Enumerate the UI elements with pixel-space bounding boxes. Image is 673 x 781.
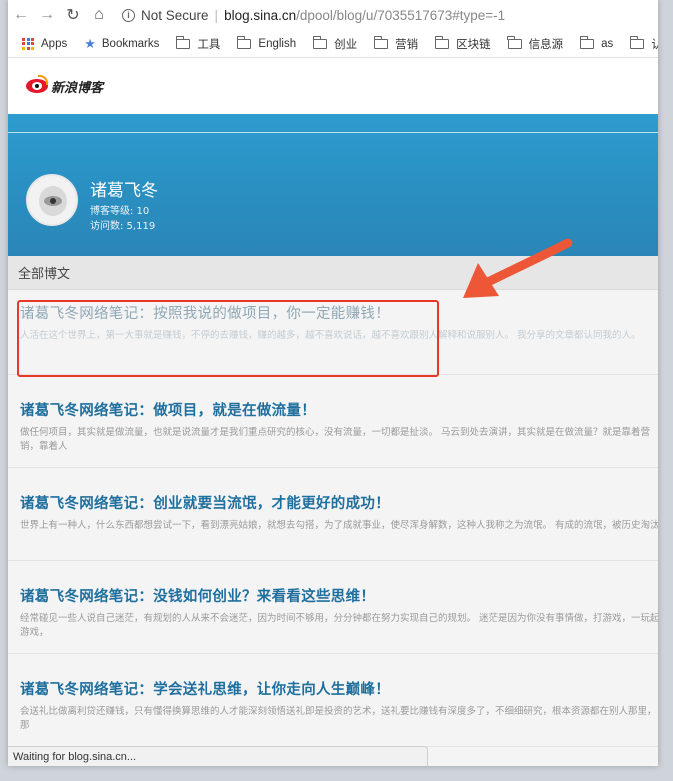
post-title[interactable]: 诸葛飞冬网络笔记：学会送礼思维，让你走向人生巅峰！ — [20, 678, 658, 699]
banner-divider — [8, 132, 658, 133]
url-host: blog.sina.cn — [224, 7, 297, 23]
bookmark-label: 工具 — [197, 38, 221, 51]
profile-banner: 诸葛飞冬 博客等级: 10 访问数: 5,119 — [8, 114, 658, 256]
reload-icon[interactable]: ↻ — [60, 2, 86, 28]
post-title[interactable]: 诸葛飞冬网络笔记：没钱如何创业？来看看这些思维！ — [20, 585, 658, 606]
logo-text: 新浪博客 — [51, 80, 104, 96]
bookmark-label: English — [258, 37, 297, 50]
bookmark-folder[interactable]: 创业 — [312, 35, 358, 52]
folder-icon — [629, 35, 645, 49]
forward-arrow-icon[interactable]: → — [34, 2, 60, 28]
post-title[interactable]: 诸葛飞冬网络笔记：按照我说的做项目，你一定能赚钱！ — [20, 302, 658, 323]
folder-icon — [312, 35, 328, 49]
sina-blog-logo[interactable]: 新浪博客 — [26, 75, 104, 96]
browser-window: ← → ↻ ⌂ i Not Secure | blog.sina.cn /dpo… — [8, 0, 658, 766]
list-item[interactable]: 诸葛飞冬网络笔记：学会送礼思维，让你走向人生巅峰！ 会送礼比做离利贷还赚钱，只有… — [8, 654, 658, 747]
bookmark-folder[interactable]: as — [579, 35, 614, 50]
list-item[interactable]: 诸葛飞冬网络笔记：创业就要当流氓，才能更好的成功！ 世界上有一种人，什么东西都想… — [8, 468, 658, 561]
post-excerpt: 做任何项目，其实就是做流量，也就是说流量才是我们重点研究的核心，没有流量，一切都… — [20, 427, 651, 452]
bookmark-folder[interactable]: 区块链 — [434, 35, 491, 52]
bookmark-label: as — [601, 37, 614, 50]
sina-eye-icon — [26, 75, 48, 95]
apps-grid-icon — [22, 37, 34, 50]
folder-icon — [373, 35, 389, 49]
bookmark-apps[interactable]: Apps — [22, 37, 68, 50]
folder-icon — [176, 35, 191, 49]
not-secure-label: Not Secure — [141, 7, 209, 23]
info-icon[interactable]: i — [122, 8, 135, 22]
url-field[interactable]: i Not Secure | blog.sina.cn /dpool/blog/… — [122, 8, 505, 23]
blog-level: 博客等级: 10 — [90, 206, 150, 217]
post-excerpt: 人活在这个世界上，第一大事就是赚钱，不停的去赚钱，赚的越多，越不喜欢说话，越不喜… — [20, 330, 641, 341]
bookmark-label: Bookmarks — [101, 37, 160, 50]
bookmark-folder[interactable]: 认 — [629, 35, 658, 52]
list-item[interactable]: 诸葛飞冬网络笔记：做项目，就是在做流量！ 做任何项目，其实就是做流量，也就是说流… — [8, 375, 658, 468]
bookmark-folder[interactable]: 营销 — [373, 35, 419, 52]
blog-page: 新浪博客 诸葛飞冬 博客等级: 10 访问数: 5,119 全部博文 诸葛飞冬网… — [8, 58, 658, 766]
bookmark-label: 区块链 — [456, 38, 491, 51]
section-title: 全部博文 — [8, 256, 658, 290]
avatar[interactable] — [26, 174, 78, 226]
status-bar: Waiting for blog.sina.cn... — [8, 746, 428, 766]
url-separator: | — [214, 7, 219, 23]
star-icon: ★ — [84, 35, 96, 51]
post-excerpt: 会送礼比做离利贷还赚钱，只有懂得换算思维的人才能深刻领悟送礼即是投资的艺术，送礼… — [20, 706, 657, 731]
bookmark-label: Apps — [41, 37, 68, 50]
list-item[interactable]: 诸葛飞冬网络笔记：没钱如何创业？来看看这些思维！ 经常碰见一些人说自己迷茫，有规… — [8, 561, 658, 654]
post-excerpt: 经常碰见一些人说自己迷茫，有规划的人从来不会迷茫，因为时间不够用，分分钟都在努力… — [20, 613, 658, 638]
post-title[interactable]: 诸葛飞冬网络笔记：创业就要当流氓，才能更好的成功！ — [20, 492, 658, 513]
address-bar: ← → ↻ ⌂ i Not Secure | blog.sina.cn /dpo… — [8, 0, 658, 30]
bookmark-label: 创业 — [334, 38, 358, 51]
site-header: 新浪博客 — [8, 58, 658, 114]
folder-icon — [434, 35, 450, 49]
post-title[interactable]: 诸葛飞冬网络笔记：做项目，就是在做流量！ — [20, 399, 658, 420]
home-icon[interactable]: ⌂ — [86, 2, 112, 28]
post-excerpt: 世界上有一种人，什么东西都想尝试一下，看到漂亮姑娘，就想去勾搭，为了成就事业，使… — [20, 520, 658, 531]
bookmark-label: 信息源 — [528, 38, 564, 51]
bookmark-label: 营销 — [395, 38, 419, 51]
bookmark-bookmarks[interactable]: ★ Bookmarks — [84, 36, 159, 52]
folder-icon — [237, 35, 252, 49]
folder-icon — [579, 35, 595, 49]
bookmark-label: 认 — [651, 36, 658, 52]
visit-count: 访问数: 5,119 — [90, 221, 156, 232]
url-path: /dpool/blog/u/7035517673#type=-1 — [296, 7, 506, 23]
folder-icon — [507, 35, 522, 49]
bookmark-folder[interactable]: English — [237, 35, 297, 50]
bookmark-folder[interactable]: 工具 — [176, 35, 221, 52]
bookmarks-bar: Apps ★ Bookmarks 工具 English 创业 营销 区块链 信息 — [8, 30, 658, 58]
profile-name: 诸葛飞冬 — [90, 181, 158, 201]
bookmark-folder[interactable]: 信息源 — [507, 35, 564, 52]
back-arrow-icon[interactable]: ← — [8, 2, 34, 28]
list-item[interactable]: 诸葛飞冬网络笔记：按照我说的做项目，你一定能赚钱！ 人活在这个世界上，第一大事就… — [8, 290, 658, 375]
